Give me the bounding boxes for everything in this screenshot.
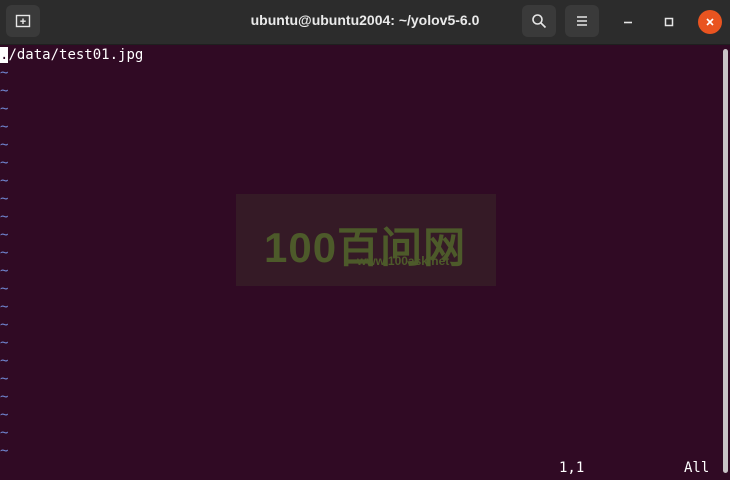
tilde-line: ~ — [0, 227, 9, 243]
vim-first-line: ./data/test01.jpg — [0, 47, 143, 63]
tilde-line: ~ — [0, 281, 9, 297]
new-tab-button[interactable] — [6, 5, 40, 37]
tilde-line: ~ — [0, 317, 9, 333]
tilde-line: ~ — [0, 191, 9, 207]
tilde-line: ~ — [0, 353, 9, 369]
tilde-line: ~ — [0, 371, 9, 387]
scrollbar[interactable] — [722, 45, 730, 480]
tilde-line: ~ — [0, 335, 9, 351]
maximize-button[interactable] — [657, 10, 681, 34]
search-button[interactable] — [522, 5, 556, 37]
close-icon — [706, 18, 714, 26]
watermark: 100百问网 www.100ask.net — [236, 194, 496, 286]
title-bar: ubuntu@ubuntu2004: ~/yolov5-6.0 — [0, 0, 730, 45]
tilde-line: ~ — [0, 245, 9, 261]
watermark-url: www.100ask.net — [357, 254, 450, 268]
tilde-line: ~ — [0, 299, 9, 315]
scrollbar-thumb[interactable] — [723, 49, 728, 473]
tilde-line: ~ — [0, 101, 9, 117]
hamburger-menu-icon — [577, 16, 587, 26]
scroll-position: All — [684, 460, 710, 476]
tilde-line: ~ — [0, 83, 9, 99]
close-button[interactable] — [698, 10, 722, 34]
tilde-line: ~ — [0, 425, 9, 441]
minimize-icon — [624, 21, 632, 24]
tilde-line: ~ — [0, 65, 9, 81]
tilde-line: ~ — [0, 389, 9, 405]
search-icon — [532, 14, 547, 29]
tilde-line: ~ — [0, 407, 9, 423]
tilde-line: ~ — [0, 173, 9, 189]
tilde-line: ~ — [0, 263, 9, 279]
tilde-line: ~ — [0, 137, 9, 153]
tilde-line: ~ — [0, 209, 9, 225]
maximize-icon — [664, 17, 674, 27]
new-tab-icon — [15, 14, 31, 28]
tilde-line: ~ — [0, 119, 9, 135]
minimize-button[interactable] — [616, 10, 640, 34]
tilde-line: ~ — [0, 443, 9, 459]
menu-button[interactable] — [565, 5, 599, 37]
tilde-line: ~ — [0, 155, 9, 171]
cursor-position: 1,1 — [559, 460, 585, 476]
vim-buffer-text: /data/test01.jpg — [8, 47, 144, 63]
